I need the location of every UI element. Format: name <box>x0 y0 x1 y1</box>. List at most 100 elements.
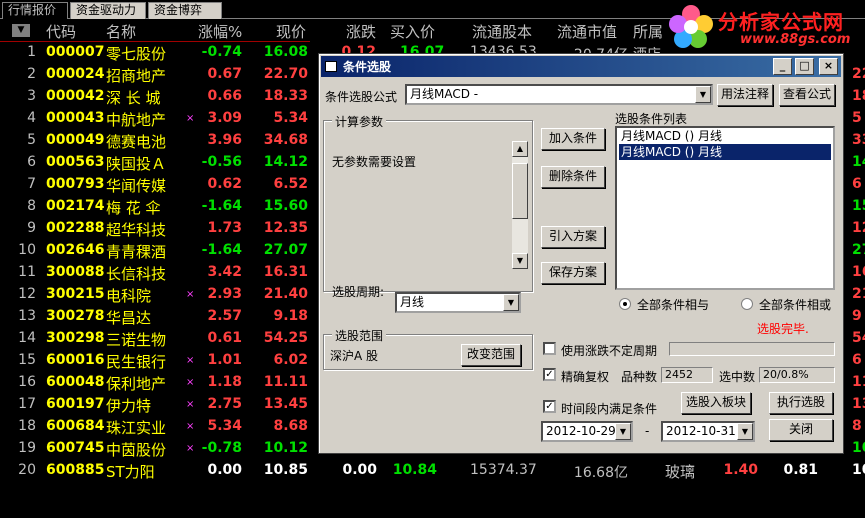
table-row[interactable]: 20 600885 ST力阳 0.00 10.85 0.00 10.84 153… <box>0 460 865 482</box>
stock-code: 002174 <box>46 198 105 214</box>
stock-code: 600016 <box>46 352 105 368</box>
stock-code: 600885 <box>46 462 105 478</box>
row-index: 18 <box>18 418 36 434</box>
formula-label: 条件选股公式 <box>325 90 398 104</box>
selected-label: 选中数 <box>719 370 756 384</box>
row-index: 5 <box>27 132 36 148</box>
run-select-button[interactable]: 执行选股 <box>769 392 833 414</box>
stock-col-a: 1.40 <box>723 462 758 478</box>
usage-button[interactable]: 用法注释 <box>717 84 773 106</box>
tab-fund-game[interactable]: 资金博弈 <box>148 2 222 19</box>
close-icon[interactable]: × <box>819 58 838 75</box>
stock-code: 600745 <box>46 440 105 456</box>
window-icon <box>325 61 337 72</box>
chevron-down-icon[interactable]: ▼ <box>503 294 519 311</box>
maximize-icon[interactable]: □ <box>795 58 814 75</box>
header-pct[interactable]: 涨幅% <box>198 21 242 42</box>
header-buy[interactable]: 买入价 <box>390 21 435 42</box>
header-float-shares[interactable]: 流通股本 <box>472 21 532 42</box>
delete-condition-button[interactable]: 删除条件 <box>541 166 605 188</box>
stock-pct: 1.01 <box>207 352 242 368</box>
param-area: 无参数需要设置 <box>332 143 508 263</box>
adjust-checkbox[interactable]: ✓ <box>543 368 556 381</box>
time-range-checkbox[interactable]: ✓ <box>543 400 556 413</box>
list-item[interactable]: 月线MACD () 月线 <box>619 128 831 144</box>
formula-value: 月线MACD - <box>410 87 479 101</box>
stock-code: 000049 <box>46 132 105 148</box>
stock-pct: 0.61 <box>207 330 242 346</box>
date-dash: - <box>645 424 650 438</box>
scroll-down-icon[interactable]: ▼ <box>512 253 528 269</box>
sort-down-icon[interactable]: ▼ <box>12 24 30 37</box>
stock-edge-value: 6 <box>852 176 862 192</box>
radio-or[interactable] <box>741 298 753 310</box>
view-formula-button[interactable]: 查看公式 <box>779 84 835 106</box>
import-plan-button[interactable]: 引入方案 <box>541 226 605 248</box>
row-index: 13 <box>18 308 36 324</box>
add-condition-button[interactable]: 加入条件 <box>541 128 605 150</box>
close-button[interactable]: 关闭 <box>769 419 833 441</box>
stock-name: 伊力特 <box>106 397 152 415</box>
stock-code: 000043 <box>46 110 105 126</box>
stock-price: 27.07 <box>263 242 308 258</box>
stock-code: 000563 <box>46 154 105 170</box>
stock-edge-value: 10 <box>852 440 865 456</box>
row-index: 3 <box>27 88 36 104</box>
date-to-select[interactable]: 2012-10-31 ▼ <box>661 421 755 442</box>
save-plan-button[interactable]: 保存方案 <box>541 262 605 284</box>
scroll-thumb[interactable] <box>512 163 528 219</box>
stock-name: 德赛电池 <box>106 133 167 151</box>
formula-select[interactable]: 月线MACD - ▼ <box>405 84 713 105</box>
stock-code: 300278 <box>46 308 105 324</box>
tab-fund-drive[interactable]: 资金驱动力 <box>70 2 146 19</box>
stock-price: 18.33 <box>263 88 308 104</box>
chevron-down-icon[interactable]: ▼ <box>737 423 753 440</box>
stock-name: 珠江实业 <box>106 419 167 437</box>
date-from-select[interactable]: 2012-10-29 ▼ <box>541 421 633 442</box>
stock-pct: 2.93 <box>207 286 242 302</box>
dialog-title: 条件选股 <box>343 60 392 74</box>
to-block-button[interactable]: 选股入板块 <box>681 392 751 414</box>
stock-price: 13.45 <box>263 396 308 412</box>
stock-price: 34.68 <box>263 132 308 148</box>
condition-list[interactable]: 月线MACD () 月线 月线MACD () 月线 <box>615 126 835 290</box>
header-code[interactable]: 代码 <box>46 21 76 42</box>
status-text: 选股完毕. <box>757 322 809 336</box>
stock-price: 14.12 <box>263 154 308 170</box>
dialog-titlebar[interactable]: 条件选股 _ □ × <box>321 56 841 77</box>
header-name[interactable]: 名称 <box>106 21 136 42</box>
change-range-button[interactable]: 改变范围 <box>461 344 521 366</box>
stock-edge-value: 33 <box>852 132 865 148</box>
row-index: 20 <box>18 462 36 478</box>
header-float-mcap[interactable]: 流通市值 <box>557 21 617 42</box>
scroll-up-icon[interactable]: ▲ <box>512 141 528 157</box>
stock-pct: 3.09 <box>207 110 242 126</box>
stock-edge-value: 18 <box>852 88 865 104</box>
period-select[interactable]: 月线 ▼ <box>395 292 521 313</box>
stock-pct: 3.42 <box>207 264 242 280</box>
radio-and[interactable] <box>619 298 631 310</box>
row-index: 7 <box>27 176 36 192</box>
stock-price: 5.34 <box>273 110 308 126</box>
list-item[interactable]: 月线MACD () 月线 <box>619 144 831 160</box>
stock-edge-value: 11 <box>852 374 865 390</box>
use-period-checkbox[interactable] <box>543 342 556 355</box>
stock-pct: -0.78 <box>201 440 242 456</box>
stock-pct: 0.62 <box>207 176 242 192</box>
chevron-down-icon[interactable]: ▼ <box>615 423 631 440</box>
header-change[interactable]: 涨跌 <box>346 21 376 42</box>
stock-code: 600048 <box>46 374 105 390</box>
header-price[interactable]: 现价 <box>276 21 306 42</box>
param-scrollbar[interactable]: ▲ ▼ <box>512 141 528 269</box>
row-index: 6 <box>27 154 36 170</box>
header-industry[interactable]: 所属 <box>633 21 663 42</box>
stock-edge-value: 16 <box>852 264 865 280</box>
stock-price: 54.25 <box>263 330 308 346</box>
tab-quotes[interactable]: 行情报价 <box>2 2 68 19</box>
chevron-down-icon[interactable]: ▼ <box>695 86 711 103</box>
minimize-icon[interactable]: _ <box>773 58 792 75</box>
period-label: 选股周期: <box>332 285 385 299</box>
stock-edge-value: 13 <box>852 396 865 412</box>
date-to-value: 2012-10-31 <box>666 424 736 438</box>
stock-edge-value: 12 <box>852 220 865 236</box>
